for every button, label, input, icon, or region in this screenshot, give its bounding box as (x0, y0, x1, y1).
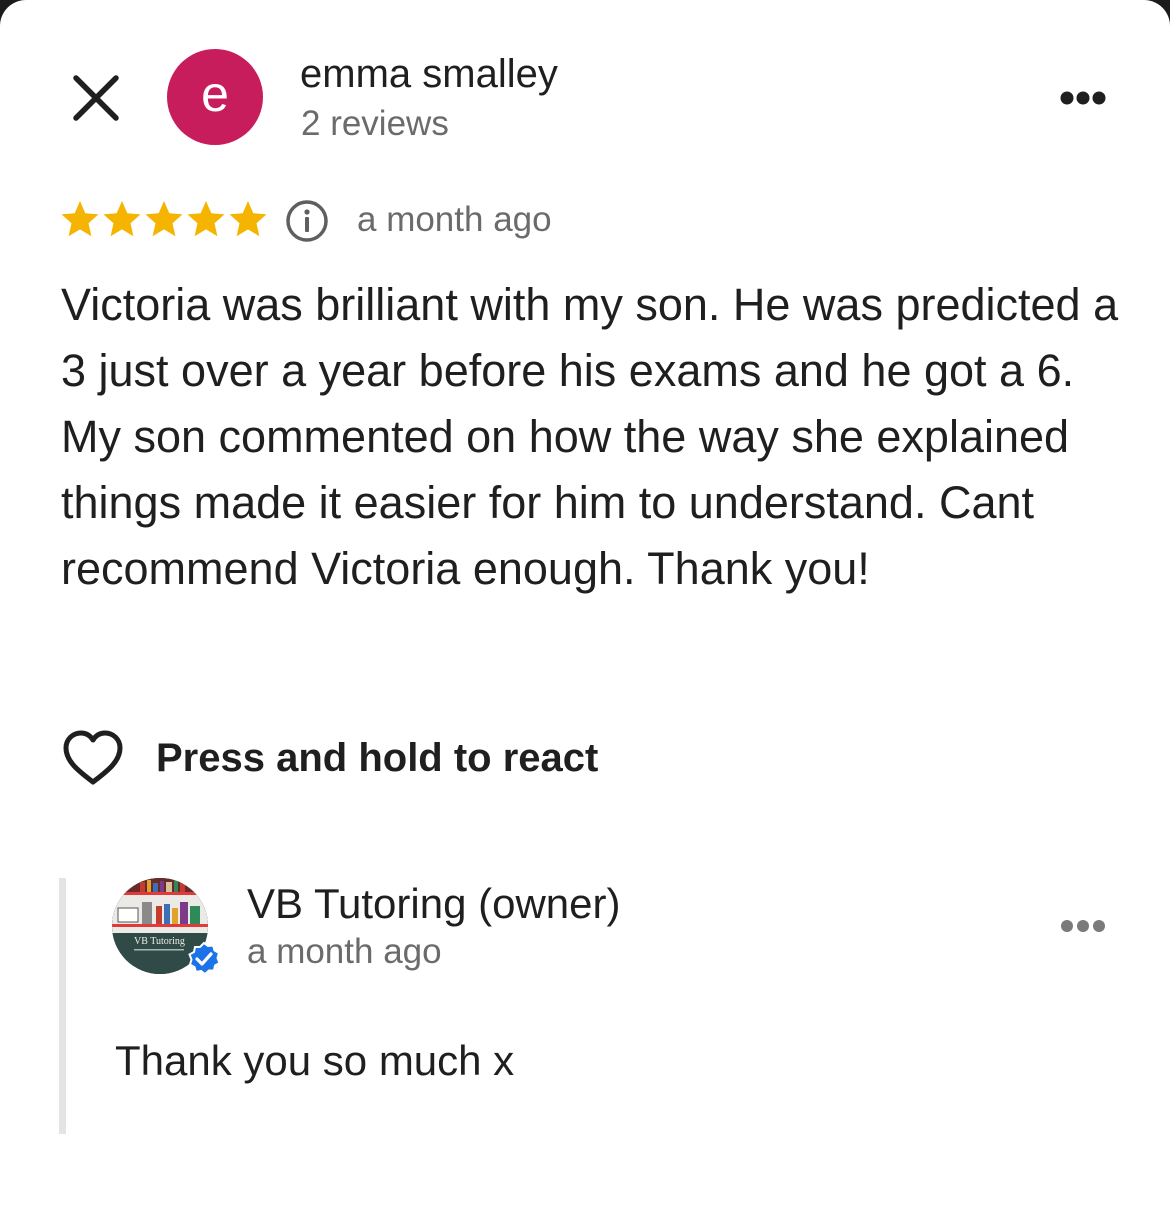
review-more-button[interactable] (1050, 80, 1116, 116)
owner-reply-text: Thank you so much x (115, 1037, 515, 1084)
close-button[interactable] (64, 66, 128, 130)
review-text: Victoria was brilliant with my son. He w… (61, 279, 1119, 594)
verified-badge-icon (188, 941, 221, 976)
owner-logo-text: VB Tutoring (134, 936, 185, 947)
owner-reply-time: a month ago (247, 932, 442, 971)
star-icon (187, 201, 225, 237)
star-icon (61, 201, 99, 237)
react-button[interactable]: Press and hold to react (60, 728, 598, 788)
star-rating (60, 199, 268, 239)
heart-icon (63, 730, 123, 785)
reviewer-avatar[interactable]: e (167, 49, 263, 145)
star-icon (229, 201, 267, 237)
reviewer-name[interactable]: emma smalley (300, 52, 558, 97)
avatar-letter: e (201, 66, 229, 122)
star-icon (103, 201, 141, 237)
review-time: a month ago (357, 200, 552, 239)
reply-indent-bar (59, 878, 66, 1134)
more-horizontal-icon (1061, 920, 1105, 932)
react-label: Press and hold to react (156, 735, 599, 780)
info-icon[interactable] (285, 199, 329, 243)
reviewer-review-count: 2 reviews (301, 104, 449, 143)
close-icon (73, 75, 119, 121)
owner-name[interactable]: VB Tutoring (owner) (247, 880, 621, 928)
more-horizontal-icon (1060, 91, 1106, 105)
review-sheet: e emma smalley 2 reviews a month ago Vic… (0, 0, 1170, 1217)
star-icon (145, 201, 183, 237)
reply-more-button[interactable] (1050, 908, 1116, 944)
